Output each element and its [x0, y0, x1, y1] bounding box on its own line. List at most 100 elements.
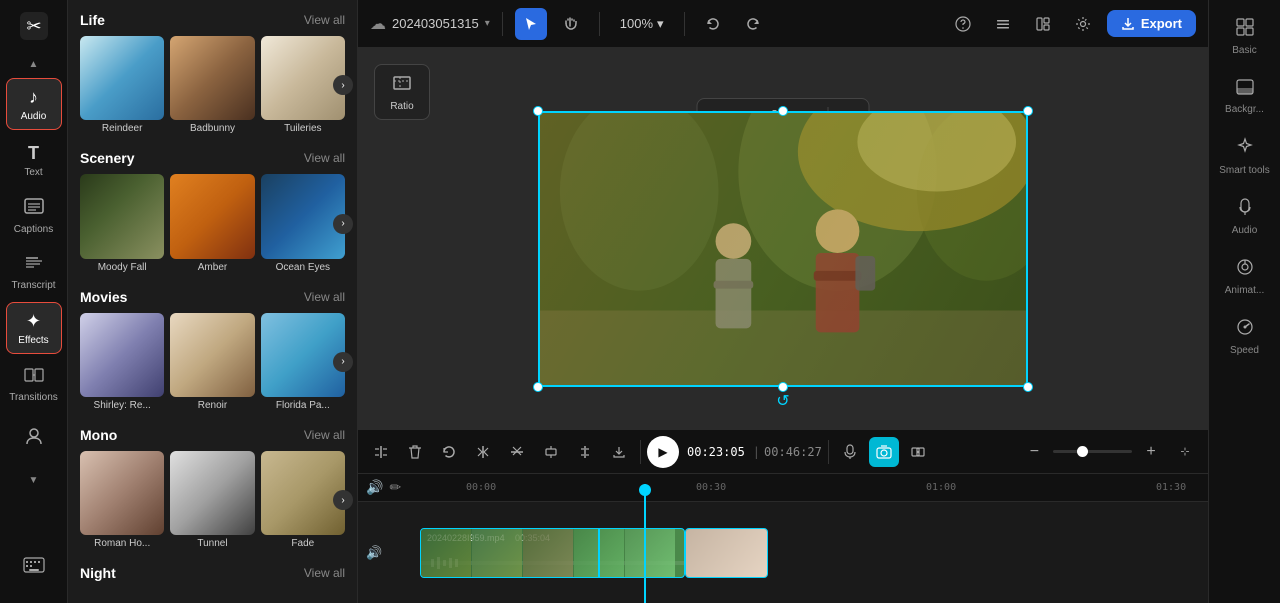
background-label: Backgr... [1225, 104, 1264, 115]
sidebar-item-people[interactable] [6, 414, 62, 466]
media-label-renoir: Renoir [170, 400, 254, 411]
media-card-moodyfall[interactable]: Moody Fall [80, 174, 164, 272]
handle-bottom-left[interactable] [533, 382, 543, 392]
settings-button[interactable] [1067, 8, 1099, 40]
mic-button[interactable] [835, 437, 865, 467]
media-card-shirley[interactable]: Shirley: Re... [80, 313, 164, 411]
help-button[interactable] [947, 8, 979, 40]
hand-tool-button[interactable] [555, 8, 587, 40]
match-frame-button[interactable] [570, 437, 600, 467]
align-button[interactable] [536, 437, 566, 467]
video-content [540, 113, 1026, 385]
zoom-level: 100% [620, 16, 653, 31]
right-panel-audio[interactable]: Audio [1215, 188, 1275, 244]
track-clip-2[interactable] [685, 528, 768, 578]
right-panel-speed[interactable]: Speed [1215, 308, 1275, 364]
redo-button[interactable] [737, 8, 769, 40]
ratio-button[interactable]: Ratio [374, 64, 430, 120]
right-panel-basic[interactable]: Basic [1215, 8, 1275, 64]
project-selector[interactable]: ☁ 202403051315 ▾ [370, 14, 490, 34]
sidebar-item-effects[interactable]: ✦ Effects [6, 302, 62, 354]
playhead[interactable] [644, 484, 646, 603]
volume-icon[interactable]: 🔊 [366, 479, 383, 496]
handle-bottom-right[interactable] [1023, 382, 1033, 392]
section-mono-arrow[interactable]: › [333, 490, 353, 510]
transitions-icon [24, 366, 44, 389]
handle-top-left[interactable] [533, 106, 543, 116]
section-scenery-viewall[interactable]: View all [304, 151, 345, 165]
sidebar-item-transitions[interactable]: Transitions [6, 358, 62, 410]
track-volume-icon[interactable]: 🔊 [366, 545, 382, 561]
section-mono: Mono View all Roman Ho... Tunnel Fade › [68, 415, 357, 553]
split-at-playhead-button[interactable] [366, 437, 396, 467]
export-button[interactable]: Export [1107, 10, 1196, 37]
section-scenery-grid: Moody Fall Amber Ocean Eyes › [80, 174, 345, 272]
right-panel-smart-tools[interactable]: Smart tools [1215, 128, 1275, 184]
right-panel-background[interactable]: Backgr... [1215, 68, 1275, 124]
sidebar-captions-label: Captions [14, 224, 53, 235]
section-mono-viewall[interactable]: View all [304, 428, 345, 442]
handle-top-mid[interactable] [778, 106, 788, 116]
handle-top-right[interactable] [1023, 106, 1033, 116]
export-clip-button[interactable] [604, 437, 634, 467]
cursor-tool-button[interactable] [515, 8, 547, 40]
fit-button[interactable]: ⊹ [1170, 437, 1200, 467]
section-life-header: Life View all [80, 12, 345, 28]
sidebar-scroll-down[interactable]: ▼ [18, 468, 50, 492]
delete-button[interactable] [400, 437, 430, 467]
section-life-viewall[interactable]: View all [304, 13, 345, 27]
section-movies-header: Movies View all [80, 289, 345, 305]
media-card-roman[interactable]: Roman Ho... [80, 451, 164, 549]
media-card-badbunny[interactable]: Badbunny [170, 36, 254, 134]
ai-camera-button[interactable] [869, 437, 899, 467]
sidebar-transcript-label: Transcript [11, 280, 55, 291]
track-controls: 🔊 [366, 545, 416, 561]
zoom-control[interactable]: 100% ▾ [612, 12, 672, 36]
bottom-toolbar: ▶ 00:23:05 | 00:46:27 − + ⊹ [358, 429, 1208, 473]
rotate-clip-button[interactable] [434, 437, 464, 467]
rotate-handle[interactable]: ↺ [776, 391, 789, 411]
timeline-ruler: 🔊 ✏ 00:00 00:30 01:00 01:30 [358, 474, 1208, 502]
layout-button[interactable] [1027, 8, 1059, 40]
right-panel: Basic Backgr... Smart tools Audio Animat… [1208, 0, 1280, 603]
sidebar-scroll-up[interactable]: ▲ [18, 52, 50, 76]
zoom-slider[interactable] [1053, 450, 1132, 453]
list-button[interactable] [987, 8, 1019, 40]
section-movies-viewall[interactable]: View all [304, 290, 345, 304]
media-label-tunnel: Tunnel [170, 538, 254, 549]
section-scenery-arrow[interactable]: › [333, 214, 353, 234]
media-label-moodyfall: Moody Fall [80, 262, 164, 273]
smart-tools-label: Smart tools [1219, 165, 1270, 176]
sidebar-item-transcript[interactable]: Transcript [6, 246, 62, 298]
video-canvas[interactable]: ↺ [538, 111, 1028, 387]
transcript-icon [24, 254, 44, 277]
media-card-amber[interactable]: Amber [170, 174, 254, 272]
section-movies-arrow[interactable]: › [333, 352, 353, 372]
sidebar-item-keyboard[interactable] [6, 541, 62, 593]
flip-button[interactable] [502, 437, 532, 467]
pencil-icon[interactable]: ✏ [389, 479, 401, 496]
undo-button[interactable] [697, 8, 729, 40]
track-lane: 20240228I959.mp4 00:35:04 [420, 528, 1200, 578]
media-card-reindeer[interactable]: Reindeer [80, 36, 164, 134]
section-night-viewall[interactable]: View all [304, 566, 345, 580]
right-panel-animation[interactable]: Animat... [1215, 248, 1275, 304]
zoom-in-button[interactable]: + [1136, 437, 1166, 467]
mirror-button[interactable] [468, 437, 498, 467]
basic-label: Basic [1232, 45, 1256, 56]
split-button[interactable] [903, 437, 933, 467]
media-label-fade: Fade [261, 538, 345, 549]
media-thumb-shirley [80, 313, 164, 397]
zoom-out-button[interactable]: − [1019, 437, 1049, 467]
sidebar-item-text[interactable]: T Text [6, 134, 62, 186]
clip-2-thumbnails [686, 529, 767, 577]
play-button[interactable]: ▶ [647, 436, 679, 468]
sidebar-item-audio[interactable]: ♪ Audio [6, 78, 62, 130]
media-card-tunnel[interactable]: Tunnel [170, 451, 254, 549]
section-life-arrow[interactable]: › [333, 75, 353, 95]
sidebar-item-captions[interactable]: Captions [6, 190, 62, 242]
right-audio-icon [1237, 197, 1253, 222]
section-life-title: Life [80, 12, 105, 28]
media-card-renoir[interactable]: Renoir [170, 313, 254, 411]
app-logo[interactable]: ✂ [16, 8, 52, 44]
